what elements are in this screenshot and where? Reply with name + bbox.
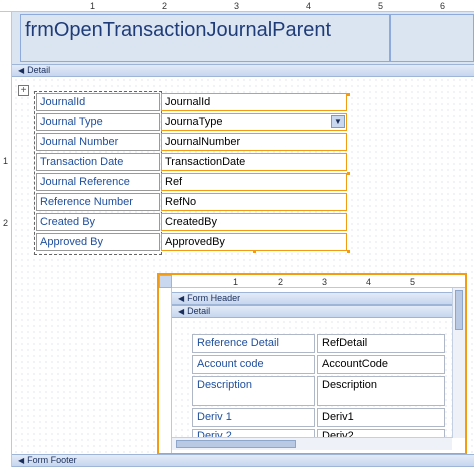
subform-value-refdetail[interactable]: RefDetail [317,334,445,353]
journal-type-value: JournaType [165,116,223,128]
subform-selector[interactable] [159,275,172,288]
subform-label-account-code[interactable]: Account code [192,355,315,374]
subform-detail-label: Detail [187,306,211,316]
ruler-number: 5 [378,1,384,11]
section-collapse-icon: ◀ [18,456,25,465]
subform-value-deriv1[interactable]: Deriv1 [317,408,445,427]
subform-value-description[interactable]: Description [317,376,445,406]
resize-handle[interactable] [347,93,350,96]
header-control-box[interactable] [390,14,474,62]
resize-handle[interactable] [347,250,350,253]
subform-detail-bar[interactable]: ◀ Detail [172,305,452,318]
move-handle-icon[interactable]: + [18,85,29,96]
ruler-number: 1 [90,1,96,11]
ruler-number: 4 [366,277,372,287]
field-value-approvedby[interactable]: ApprovedBy [161,233,347,251]
form-footer-bar[interactable]: ◀ Form Footer [12,454,474,467]
subform-label-description[interactable]: Description [192,376,315,406]
subform-value-accountcode[interactable]: AccountCode [317,355,445,374]
detail-section-label: Detail [27,65,51,75]
subform-vertical-ruler [159,288,172,453]
ruler-number: 4 [306,1,312,11]
subform-form-header-label: Form Header [187,293,241,303]
chevron-down-icon[interactable]: ▼ [331,115,345,128]
subform-label-deriv1[interactable]: Deriv 1 [192,408,315,427]
subform-horizontal-scrollbar[interactable] [172,437,452,450]
field-value-createdby[interactable]: CreatedBy [161,213,347,231]
subform-horizontal-ruler [159,275,465,288]
ruler-number: 3 [322,277,328,287]
resize-handle[interactable] [253,250,256,253]
field-value-transaction-date[interactable]: TransactionDate [161,153,347,171]
field-value-journal-number[interactable]: JournalNumber [161,133,347,151]
form-footer-label: Form Footer [27,455,77,465]
section-collapse-icon: ◀ [178,294,185,303]
scrollbar-thumb[interactable] [176,440,296,448]
subform-form-header-bar[interactable]: ◀ Form Header [172,292,452,305]
section-collapse-icon: ◀ [178,307,185,316]
ruler-number: 1 [3,156,9,166]
form-title-label[interactable]: frmOpenTransactionJournalParent [20,14,390,62]
field-value-journal-type[interactable]: JournaType ▼ [161,113,347,131]
subform-vertical-scrollbar[interactable] [452,288,465,438]
vertical-ruler [0,12,12,467]
ruler-number: 3 [234,1,240,11]
resize-handle[interactable] [347,172,350,175]
ruler-number: 2 [3,218,9,228]
field-value-refno[interactable]: RefNo [161,193,347,211]
ruler-number: 5 [410,277,416,287]
detail-section-bar[interactable]: ◀ Detail [12,64,474,77]
field-value-journalid[interactable]: JournalId [161,93,347,111]
subform-label-reference-detail[interactable]: Reference Detail [192,334,315,353]
label-selection-outline [34,91,162,255]
section-collapse-icon: ◀ [18,66,25,75]
field-value-ref[interactable]: Ref [161,173,347,191]
scrollbar-thumb[interactable] [455,290,463,330]
ruler-number: 2 [278,277,284,287]
ruler-number: 2 [162,1,168,11]
ruler-number: 1 [233,277,239,287]
ruler-number: 6 [440,1,446,11]
